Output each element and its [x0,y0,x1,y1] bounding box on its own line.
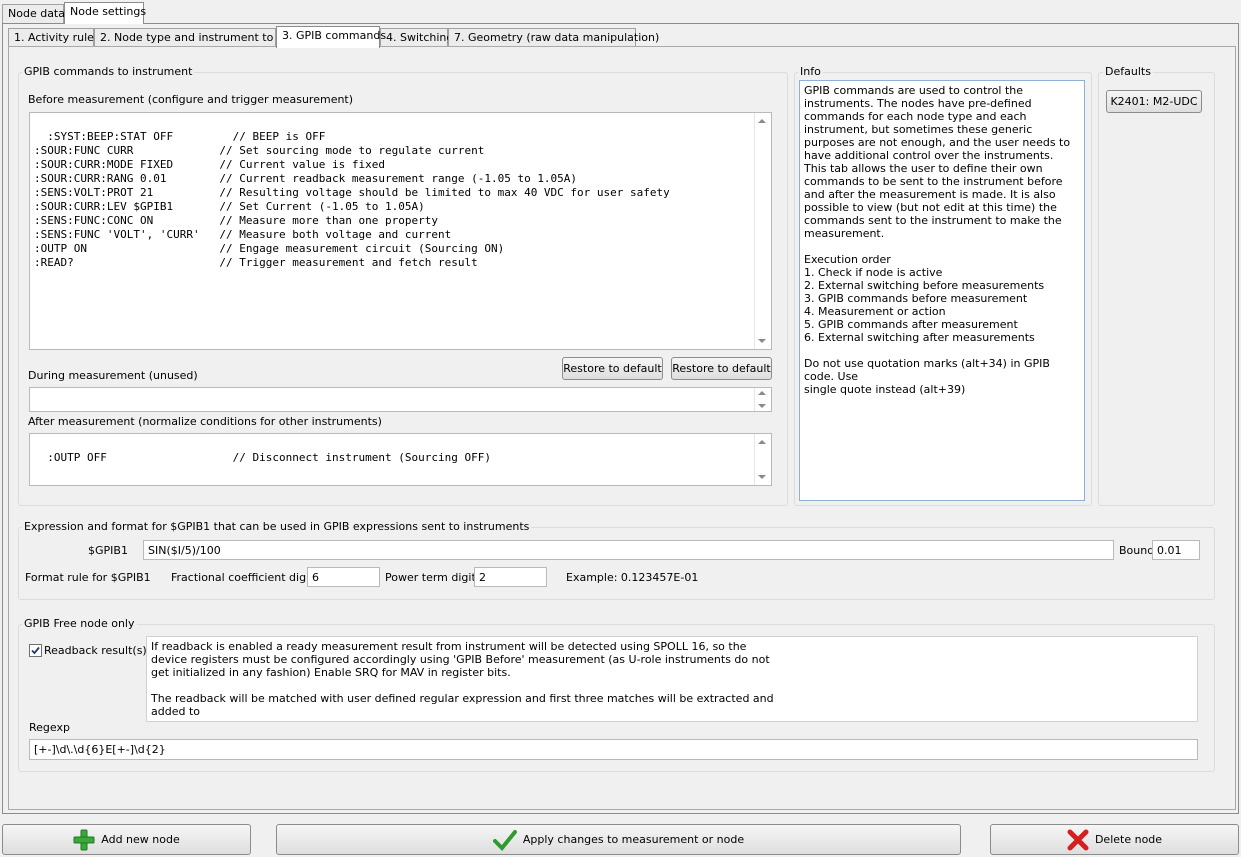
add-new-node-label: Add new node [101,833,180,846]
delete-node-button[interactable]: Delete node [990,824,1239,855]
power-digits-input[interactable] [474,567,547,587]
before-measurement-label: Before measurement (configure and trigge… [28,93,354,106]
before-scrollbar[interactable] [754,113,771,349]
check-icon [31,646,40,655]
tab-switching[interactable]: 4. Switching [380,28,453,48]
info-title: Info [798,65,823,78]
gpib-free-title: GPIB Free node only [22,617,137,630]
gpib-commands-title: GPIB commands to instrument [22,65,195,78]
during-measurement-label: During measurement (unused) [28,369,198,382]
fractional-digits-input[interactable] [307,567,380,587]
during-scrollbar[interactable] [754,388,771,411]
delete-node-label: Delete node [1094,833,1163,846]
format-example: Example: 0.123457E-01 [566,571,699,584]
after-measurement-code: :OUTP OFF // Disconnect instrument (Sour… [47,451,491,464]
expression-group [18,527,1215,600]
delete-x-icon [1067,829,1089,850]
before-measurement-code: :SYST:BEEP:STAT OFF // BEEP is OFF :SOUR… [34,130,670,269]
default-instrument-button[interactable]: K2401: M2-UDC [1106,90,1202,113]
regexp-label: Regexp [29,721,70,734]
tab-node-data[interactable]: Node data [2,4,65,24]
apply-changes-label: Apply changes to measurement or node [522,833,745,846]
restore-after-default-button[interactable]: Restore to default [671,357,772,380]
tab-gpib-commands[interactable]: 3. GPIB commands [276,26,386,48]
before-measurement-editor[interactable]: :SYST:BEEP:STAT OFF // BEEP is OFF :SOUR… [29,112,772,350]
during-measurement-editor[interactable] [29,387,772,412]
defaults-group [1098,72,1215,506]
apply-changes-button[interactable]: Apply changes to measurement or node [276,824,961,855]
plus-icon [73,829,95,850]
bound-label: Bound [1119,544,1155,557]
gpib1-expression-input[interactable] [143,540,1114,560]
readback-checkbox[interactable] [29,644,42,657]
regexp-input[interactable] [29,739,1198,760]
restore-before-default-button[interactable]: Restore to default [562,357,663,380]
tab-activity-rules[interactable]: 1. Activity rules [8,28,100,48]
bound-input[interactable] [1152,540,1200,560]
fractional-digits-label: Fractional coefficient digits [171,571,320,584]
readback-description: If readback is enabled a ready measureme… [146,636,1198,722]
tab-geometry[interactable]: 7. Geometry (raw data manipulation) [448,28,659,48]
power-digits-label: Power term digits [385,571,482,584]
defaults-title: Defaults [1103,65,1153,78]
tab-node-settings[interactable]: Node settings [64,2,146,24]
info-text: GPIB commands are used to control the in… [799,80,1085,501]
add-new-node-button[interactable]: Add new node [2,824,251,855]
after-measurement-label: After measurement (normalize conditions … [28,415,382,428]
expression-title: Expression and format for $GPIB1 that ca… [22,520,532,533]
format-rule-label: Format rule for $GPIB1 [25,571,151,584]
gpib1-label: $GPIB1 [88,544,128,557]
readback-label: Readback result(s) [44,644,147,657]
checkmark-icon [492,829,517,851]
after-measurement-editor[interactable]: :OUTP OFF // Disconnect instrument (Sour… [29,433,772,486]
tab-node-type[interactable]: 2. Node type and instrument to use [94,28,296,48]
after-scrollbar[interactable] [754,434,771,485]
